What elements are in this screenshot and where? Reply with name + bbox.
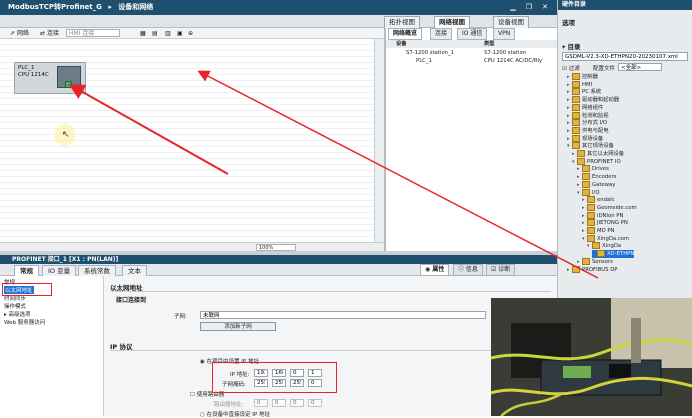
arrow-to-canvas — [197, 70, 599, 279]
annotation-arrows — [68, 70, 599, 279]
arrow-to-plc-port — [68, 84, 229, 175]
